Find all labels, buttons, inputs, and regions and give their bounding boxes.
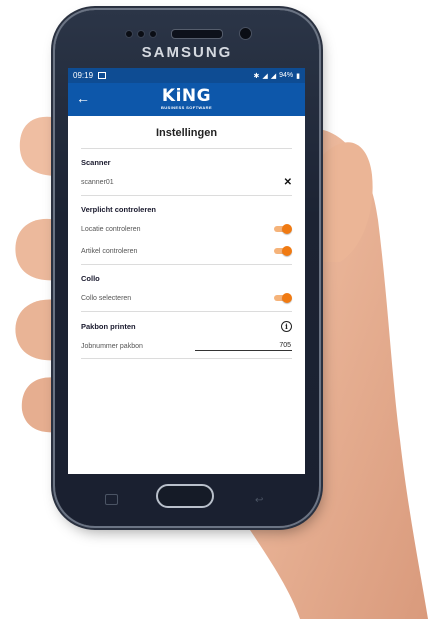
jobnummer-row: Jobnummer pakbon [81,336,292,356]
close-icon[interactable]: ✕ [284,177,292,188]
section-scanner-header: Scanner [81,158,292,167]
collo-toggle[interactable] [274,293,292,303]
phone-device: SAMSUNG 09:19 ✱ ◢ ◢ 94% ▮ ← KiNG BUSINES… [55,10,319,526]
sensor-dot [125,30,133,38]
recent-apps-button[interactable] [105,494,118,505]
divider [81,264,292,265]
collo-label: Collo selecteren [81,294,132,302]
signal-icon: ◢ [262,72,268,80]
jobnummer-input[interactable] [195,341,292,351]
artikel-row: Artikel controleren [81,240,292,262]
phone-screen: 09:19 ✱ ◢ ◢ 94% ▮ ← KiNG BUSINESS SOFTWA… [68,68,305,474]
logo-sub-text: BUSINESS SOFTWARE [160,105,213,110]
hand-finger-1 [19,116,58,176]
section-pakbon-header: Pakbon printen i [81,321,292,332]
settings-content: Instellingen Scanner scanner01 ✕ Verplic… [68,127,305,359]
signal-icon: ◢ [270,72,277,80]
scanner-value: scanner01 [81,178,114,186]
stage: SAMSUNG 09:19 ✱ ◢ ◢ 94% ▮ ← KiNG BUSINES… [0,0,433,619]
status-time: 09:19 [73,71,94,80]
hand-finger-2 [15,218,58,281]
divider [81,358,292,359]
section-title: Verplicht controleren [81,205,157,214]
page-title: Instellingen [81,127,292,149]
locatie-toggle[interactable] [274,224,292,234]
section-title: Scanner [81,158,111,167]
battery-icon: ▮ [296,72,300,80]
earpiece [171,29,223,39]
jobnummer-label: Jobnummer pakbon [81,342,143,350]
device-brand: SAMSUNG [141,44,233,61]
locatie-label: Locatie controleren [81,225,141,233]
section-title: Collo [81,274,100,283]
divider [81,311,292,312]
section-verplicht-header: Verplicht controleren [81,205,292,214]
section-title: Pakbon printen [81,322,136,331]
home-button[interactable] [156,484,214,508]
battery-text: 94% [279,72,294,79]
sensor-dot [149,30,157,38]
scanner-row: scanner01 ✕ [81,171,292,193]
hand-finger-3 [15,299,58,361]
screenshot-icon [98,72,107,79]
divider [81,195,292,196]
front-camera [239,27,252,40]
app-logo: KiNG BUSINESS SOFTWARE [68,86,305,111]
sensor-dot [137,30,145,38]
hand-finger-4 [21,377,58,433]
info-icon[interactable]: i [281,321,292,332]
collo-row: Collo selecteren [81,287,292,309]
back-hardware-icon[interactable]: ↩ [255,495,263,506]
artikel-toggle[interactable] [274,246,292,256]
app-bar: ← KiNG BUSINESS SOFTWARE [68,83,305,116]
logo-main-text: KiNG [161,86,212,106]
bluetooth-icon: ✱ [253,72,260,80]
status-bar: 09:19 ✱ ◢ ◢ 94% ▮ [68,68,305,83]
locatie-row: Locatie controleren [81,218,292,240]
section-collo-header: Collo [81,274,292,283]
artikel-label: Artikel controleren [81,247,138,255]
